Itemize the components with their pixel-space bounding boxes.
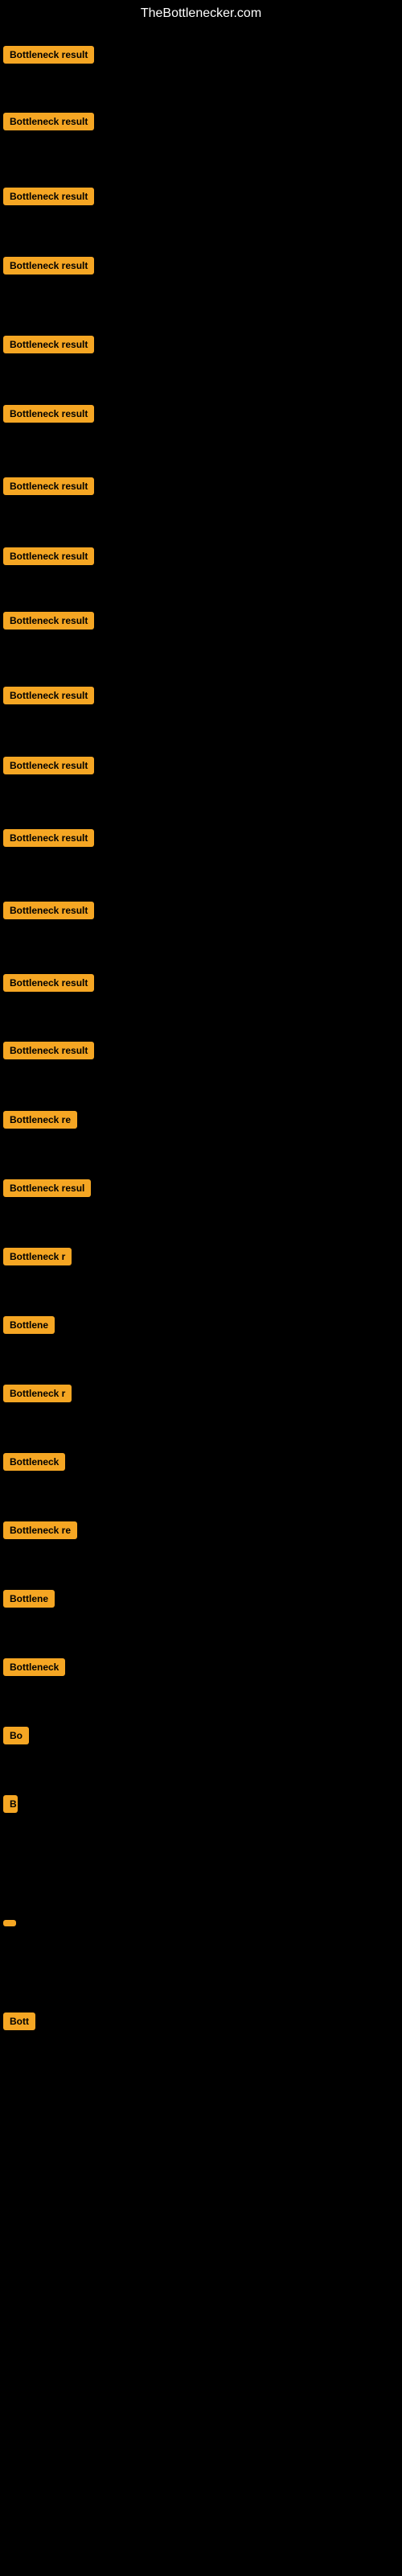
bottleneck-badge-3[interactable]: Bottleneck result [3, 257, 94, 275]
bottleneck-badge-15[interactable]: Bottleneck re [3, 1111, 77, 1129]
badge-row-12: Bottleneck result [3, 902, 94, 923]
bottleneck-badge-0[interactable]: Bottleneck result [3, 46, 94, 64]
badge-row-1: Bottleneck result [3, 113, 94, 134]
bottleneck-badge-6[interactable]: Bottleneck result [3, 477, 94, 495]
badge-row-11: Bottleneck result [3, 829, 94, 851]
bottleneck-badge-11[interactable]: Bottleneck result [3, 829, 94, 847]
badge-row-7: Bottleneck result [3, 547, 94, 569]
badge-row-5: Bottleneck result [3, 405, 94, 427]
bottleneck-badge-16[interactable]: Bottleneck resul [3, 1179, 91, 1197]
badge-row-24: Bo [3, 1727, 29, 1748]
badge-row-10: Bottleneck result [3, 757, 94, 778]
badge-row-22: Bottlene [3, 1590, 55, 1612]
bottleneck-badge-4[interactable]: Bottleneck result [3, 336, 94, 353]
badge-row-9: Bottleneck result [3, 687, 94, 708]
badge-row-16: Bottleneck resul [3, 1179, 91, 1201]
bottleneck-badge-7[interactable]: Bottleneck result [3, 547, 94, 565]
badge-row-21: Bottleneck re [3, 1521, 77, 1543]
bottleneck-badge-12[interactable]: Bottleneck result [3, 902, 94, 919]
bottleneck-badge-10[interactable]: Bottleneck result [3, 757, 94, 774]
badge-row-13: Bottleneck result [3, 974, 94, 996]
bottleneck-badge-9[interactable]: Bottleneck result [3, 687, 94, 704]
badge-row-20: Bottleneck [3, 1453, 65, 1475]
badge-row-15: Bottleneck re [3, 1111, 77, 1133]
badge-row-3: Bottleneck result [3, 257, 94, 279]
bottleneck-badge-18[interactable]: Bottlene [3, 1316, 55, 1334]
bottleneck-badge-14[interactable]: Bottleneck result [3, 1042, 94, 1059]
bottleneck-badge-21[interactable]: Bottleneck re [3, 1521, 77, 1539]
badge-row-14: Bottleneck result [3, 1042, 94, 1063]
bottleneck-badge-27[interactable]: Bott [3, 2013, 35, 2030]
bottleneck-badge-22[interactable]: Bottlene [3, 1590, 55, 1608]
badge-row-2: Bottleneck result [3, 188, 94, 209]
badge-row-6: Bottleneck result [3, 477, 94, 499]
badge-row-17: Bottleneck r [3, 1248, 72, 1269]
badge-row-25: B [3, 1795, 18, 1817]
bottleneck-badge-1[interactable]: Bottleneck result [3, 113, 94, 130]
bottleneck-badge-23[interactable]: Bottleneck [3, 1658, 65, 1676]
badge-row-18: Bottlene [3, 1316, 55, 1338]
badge-row-0: Bottleneck result [3, 46, 94, 68]
bottleneck-badge-19[interactable]: Bottleneck r [3, 1385, 72, 1402]
badge-row-4: Bottleneck result [3, 336, 94, 357]
badge-row-19: Bottleneck r [3, 1385, 72, 1406]
badge-row-23: Bottleneck [3, 1658, 65, 1680]
bottleneck-badge-24[interactable]: Bo [3, 1727, 29, 1744]
badge-row-26 [3, 1916, 16, 1930]
bottleneck-badge-17[interactable]: Bottleneck r [3, 1248, 72, 1265]
bottleneck-badge-13[interactable]: Bottleneck result [3, 974, 94, 992]
site-title: TheBottlenecker.com [0, 0, 402, 27]
bottleneck-badge-26[interactable] [3, 1920, 16, 1926]
bottleneck-badge-8[interactable]: Bottleneck result [3, 612, 94, 630]
badge-row-27: Bott [3, 2013, 35, 2034]
bottleneck-badge-5[interactable]: Bottleneck result [3, 405, 94, 423]
bottleneck-badge-20[interactable]: Bottleneck [3, 1453, 65, 1471]
bottleneck-badge-25[interactable]: B [3, 1795, 18, 1813]
badge-row-8: Bottleneck result [3, 612, 94, 634]
bottleneck-badge-2[interactable]: Bottleneck result [3, 188, 94, 205]
